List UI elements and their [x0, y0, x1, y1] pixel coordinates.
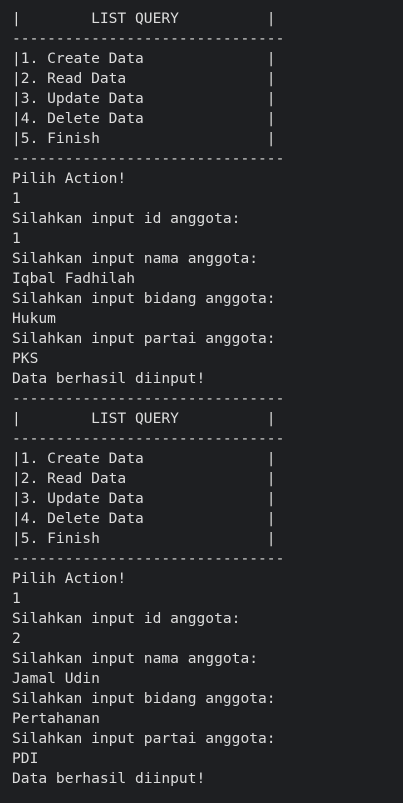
menu-option-finish: |5. Finish |	[12, 530, 276, 547]
success-message: Data berhasil diinput!	[12, 770, 206, 787]
input-partai: PKS	[12, 350, 39, 367]
prompt-bidang: Silahkan input bidang anggota:	[12, 690, 276, 707]
success-message: Data berhasil diinput!	[12, 370, 206, 387]
input-nama: Jamal Udin	[12, 670, 100, 687]
separator-line: -------------------------------	[12, 390, 285, 407]
menu-option-finish: |5. Finish |	[12, 130, 276, 147]
prompt-id: Silahkan input id anggota:	[12, 210, 241, 227]
menu-option-read: |2. Read Data |	[12, 70, 276, 87]
menu-option-update: |3. Update Data |	[12, 490, 276, 507]
input-action: 1	[12, 190, 21, 207]
input-id: 1	[12, 230, 21, 247]
prompt-partai: Silahkan input partai anggota:	[12, 730, 276, 747]
input-bidang: Hukum	[12, 310, 56, 327]
separator-line: -------------------------------	[12, 150, 285, 167]
menu-option-delete: |4. Delete Data |	[12, 110, 276, 127]
separator-line: -------------------------------	[12, 550, 285, 567]
menu-option-create: |1. Create Data |	[12, 450, 276, 467]
menu-title: | LIST QUERY |	[12, 410, 276, 427]
prompt-action: Pilih Action!	[12, 570, 127, 587]
input-bidang: Pertahanan	[12, 710, 100, 727]
menu-option-read: |2. Read Data |	[12, 470, 276, 487]
input-nama: Iqbal Fadhilah	[12, 270, 136, 287]
menu-option-create: |1. Create Data |	[12, 50, 276, 67]
input-id: 2	[12, 630, 21, 647]
input-action: 1	[12, 590, 21, 607]
prompt-bidang: Silahkan input bidang anggota:	[12, 290, 276, 307]
separator-line: -------------------------------	[12, 30, 285, 47]
separator-line: -------------------------------	[12, 430, 285, 447]
prompt-nama: Silahkan input nama anggota:	[12, 250, 259, 267]
prompt-id: Silahkan input id anggota:	[12, 610, 241, 627]
prompt-nama: Silahkan input nama anggota:	[12, 650, 259, 667]
menu-option-delete: |4. Delete Data |	[12, 510, 276, 527]
input-partai: PDI	[12, 750, 39, 767]
terminal-output: ------------------------------- | LIST Q…	[0, 0, 403, 792]
menu-option-update: |3. Update Data |	[12, 90, 276, 107]
menu-title: | LIST QUERY |	[12, 10, 276, 27]
prompt-partai: Silahkan input partai anggota:	[12, 330, 276, 347]
prompt-action: Pilih Action!	[12, 170, 127, 187]
separator-line: -------------------------------	[12, 0, 403, 9]
